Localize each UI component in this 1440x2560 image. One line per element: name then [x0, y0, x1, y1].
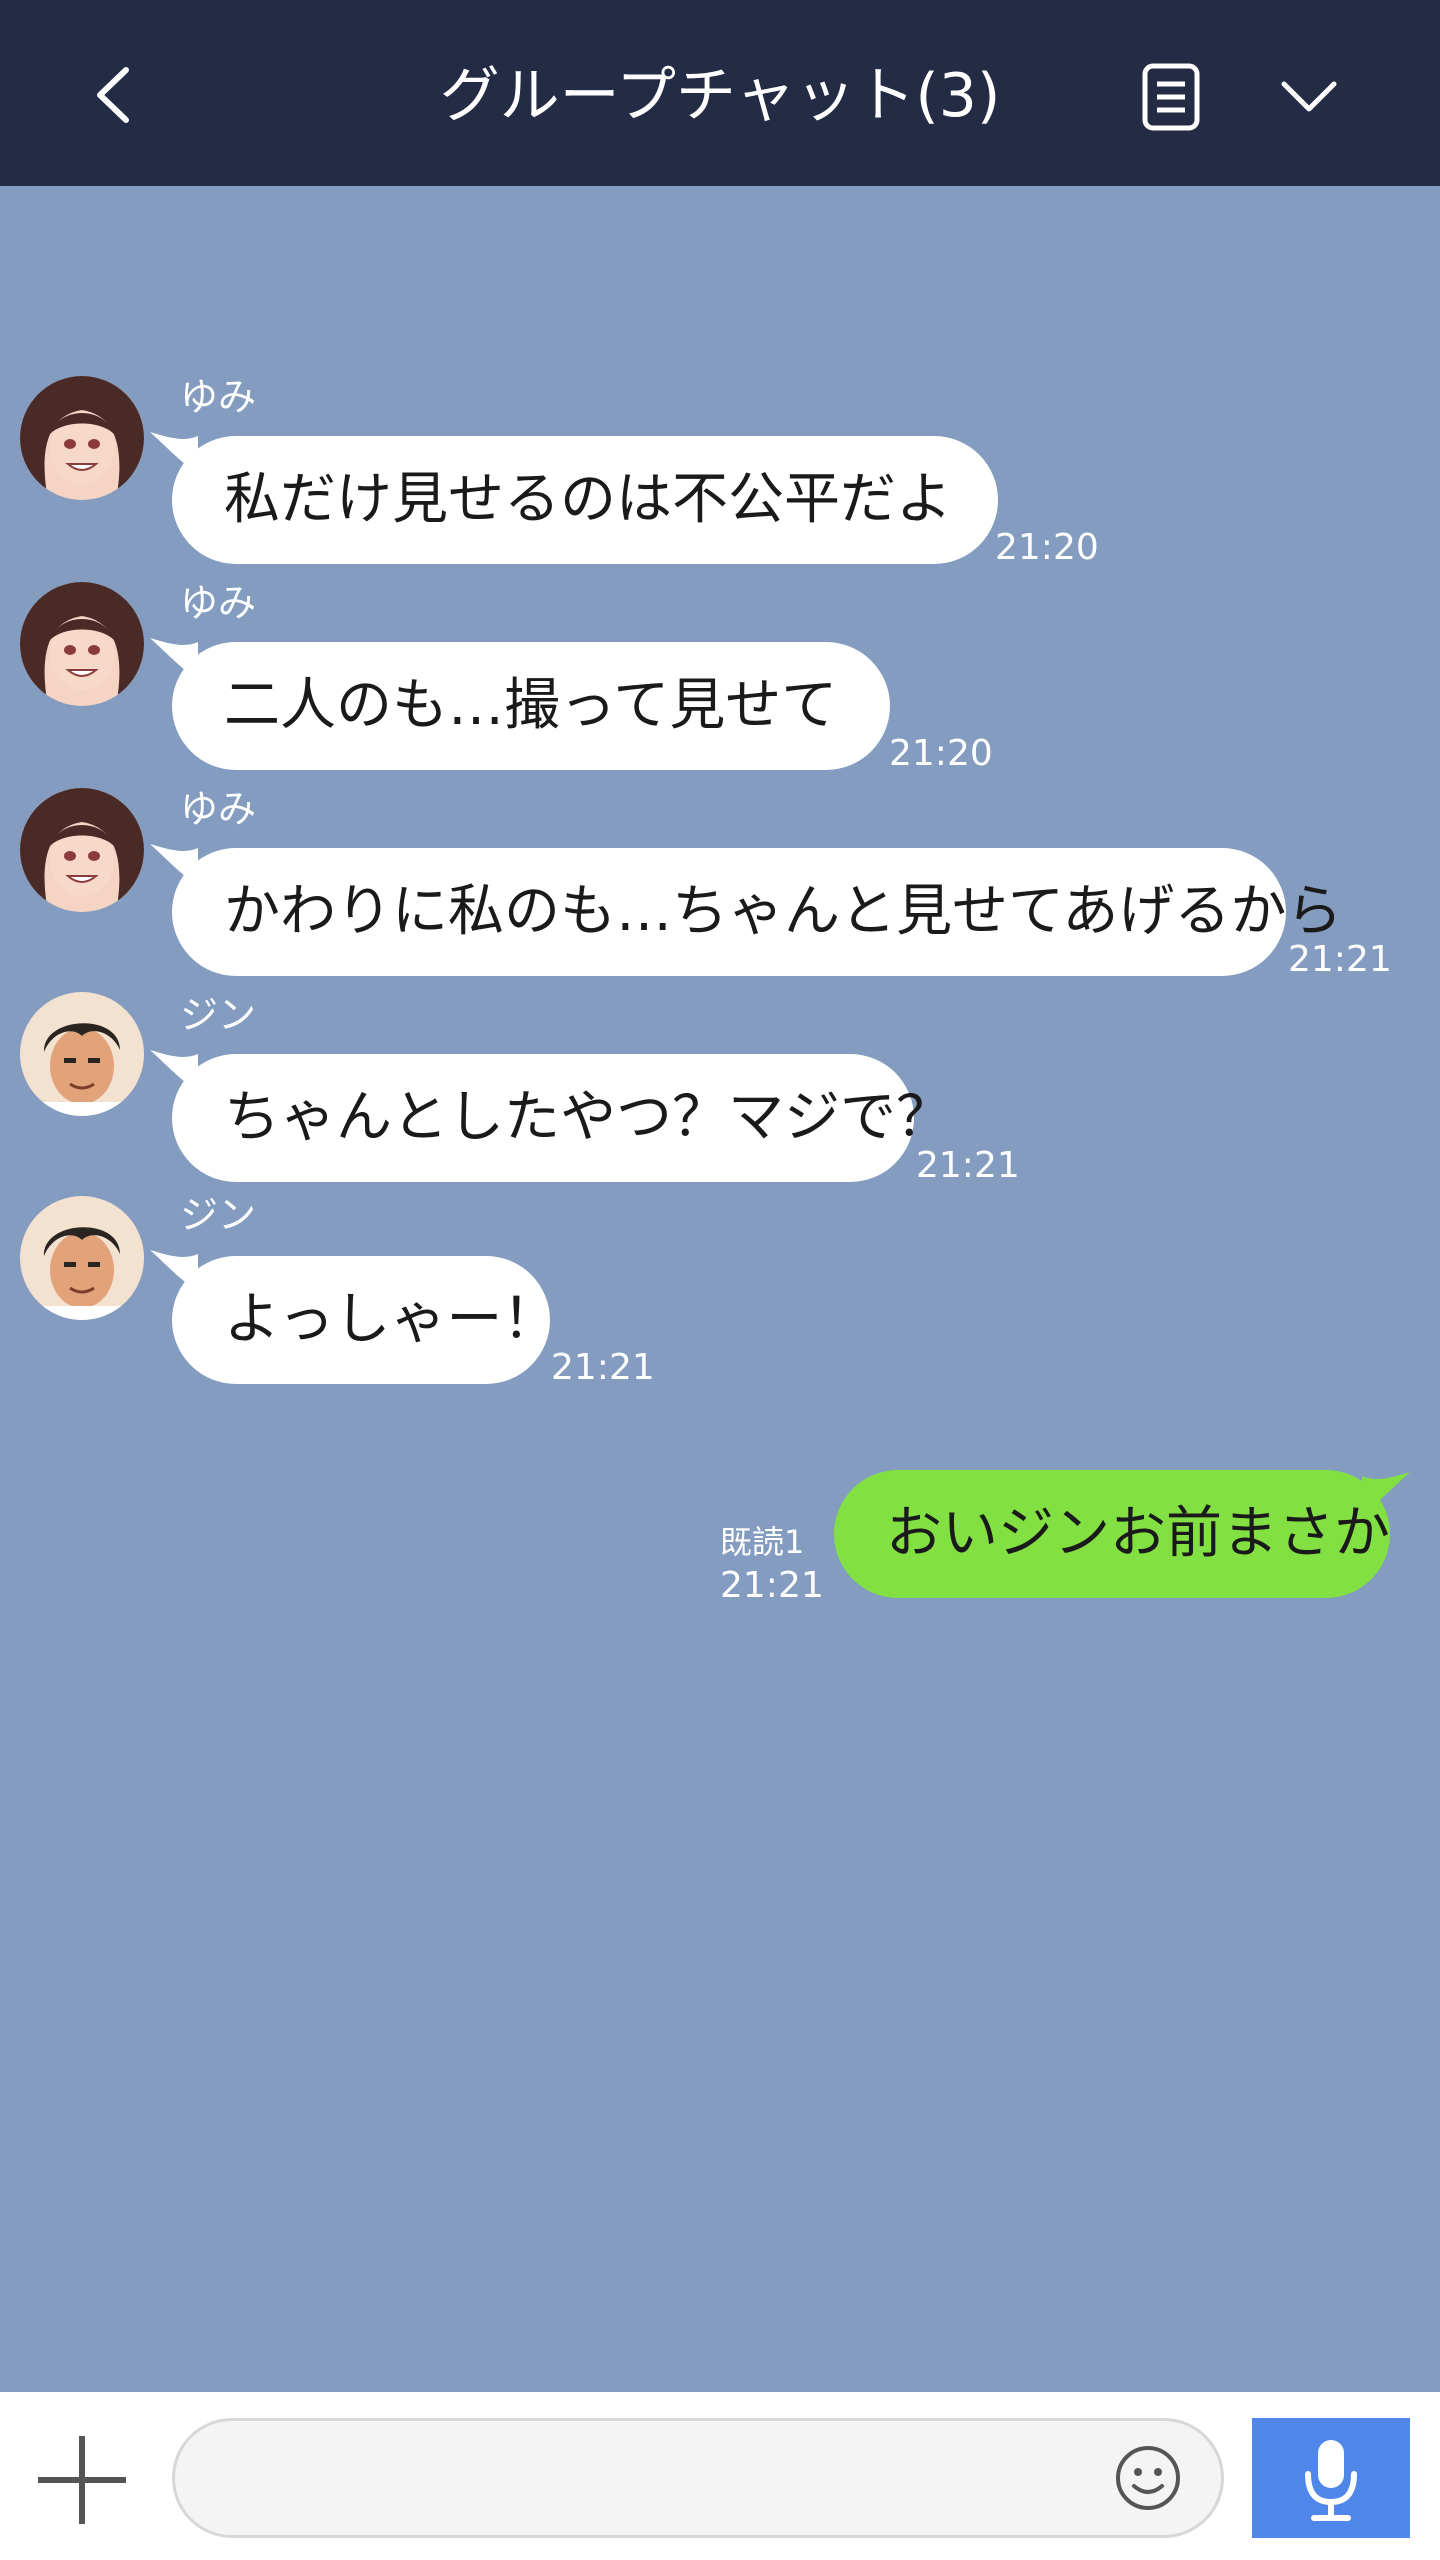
sender-name: ゆみ [180, 787, 257, 831]
message-time: 21:21 [720, 1565, 824, 1606]
message-bubble[interactable]: かわりに私のも…ちゃんと見せてあげるから [172, 848, 1342, 976]
sender-name: ジン [180, 1193, 257, 1237]
plus-icon[interactable] [34, 2432, 130, 2528]
chevron-down-icon[interactable] [1276, 62, 1342, 132]
sender-name: ゆみ [180, 581, 257, 625]
composer-bar [0, 2392, 1440, 2560]
microphone-button[interactable] [1252, 2418, 1410, 2538]
sender-name: ゆみ [180, 375, 257, 419]
message-bubble[interactable]: よっしゃー！ [172, 1256, 558, 1384]
bubble-tail [1362, 1472, 1410, 1512]
smiley-icon[interactable] [1112, 2442, 1184, 2514]
message-input[interactable] [172, 2418, 1224, 2538]
avatar-yumi[interactable] [20, 788, 144, 912]
chat-title: グループチャット(3) [439, 61, 1001, 131]
message-time: 21:21 [1288, 939, 1392, 980]
message-bubble[interactable]: 私だけ見せるのは不公平だよ [172, 436, 998, 564]
message-bubble[interactable]: 二人のも…撮って見せて [172, 642, 890, 770]
message-bubble[interactable]: ちゃんとしたやつ？マジで？ [172, 1054, 952, 1182]
chat-area[interactable]: ゆみ 私だけ見せるのは不公平だよ 21:20 ゆみ 二人のも…撮って見せて 21… [0, 186, 1440, 2392]
message-time: 21:21 [551, 1347, 655, 1388]
avatar-yumi[interactable] [20, 376, 144, 500]
chat-header: グループチャット(3) [0, 0, 1440, 186]
sender-name: ジン [180, 993, 257, 1037]
message-time: 21:20 [889, 733, 993, 774]
read-receipt: 既読1 [720, 1523, 805, 1561]
avatar-jin[interactable] [20, 1196, 144, 1320]
avatar-yumi[interactable] [20, 582, 144, 706]
notes-icon[interactable] [1135, 60, 1211, 136]
avatar-jin[interactable] [20, 992, 144, 1116]
back-icon[interactable] [78, 50, 158, 140]
message-time: 21:21 [916, 1145, 1020, 1186]
microphone-icon [1305, 2440, 1357, 2521]
own-message-bubble[interactable]: おいジンお前まさか [834, 1470, 1390, 1598]
message-time: 21:20 [995, 527, 1099, 568]
